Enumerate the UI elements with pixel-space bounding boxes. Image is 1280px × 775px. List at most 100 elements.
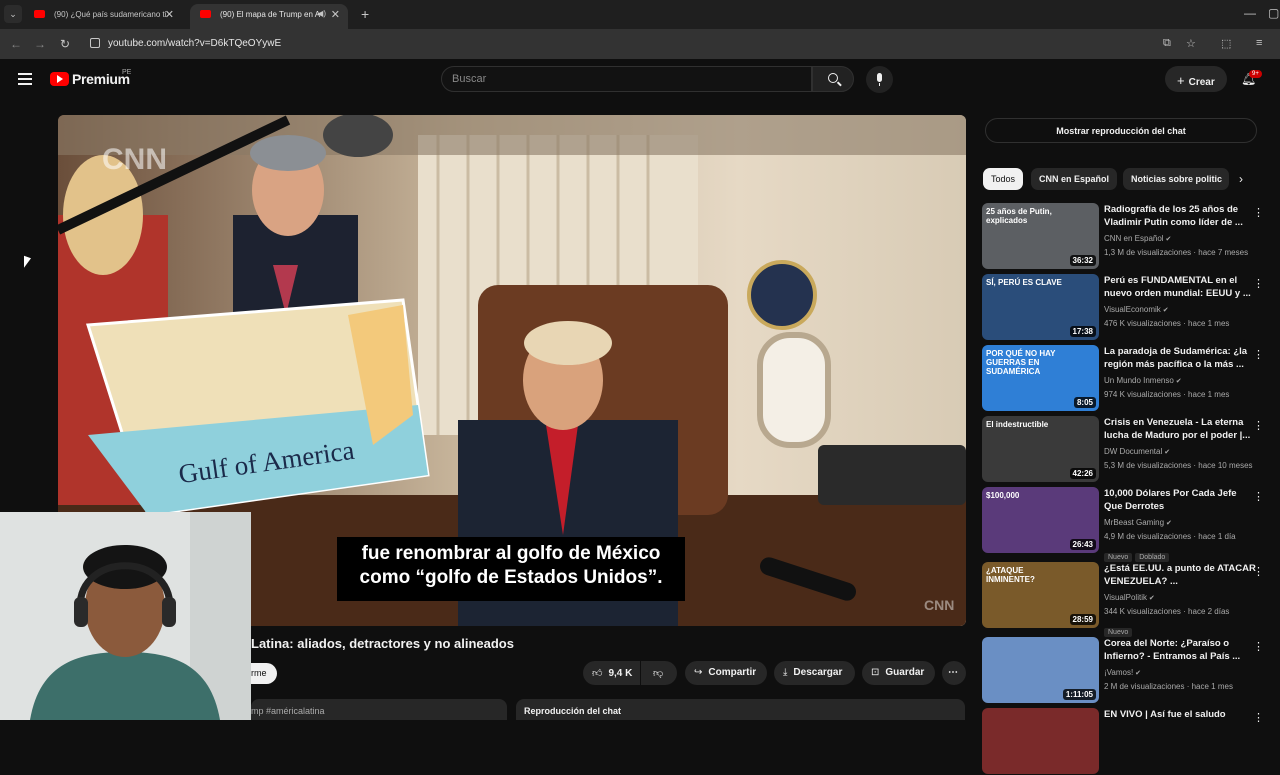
- subtitle-line-1: fue renombrar al golfo de México: [361, 543, 661, 564]
- channel-name[interactable]: DW Documental ✔: [1104, 447, 1170, 456]
- video-title: Latina: aliados, detractores y no alinea…: [251, 636, 514, 651]
- new-tab-icon[interactable]: +: [361, 6, 369, 22]
- reload-icon[interactable]: ↻: [60, 37, 70, 51]
- channel-name[interactable]: MrBeast Gaming ✔: [1104, 518, 1172, 527]
- video-thumbnail[interactable]: El indestructible 42:26: [982, 416, 1099, 482]
- recommended-video[interactable]: 1:11:05 Corea del Norte: ¿Paraíso o Infie…: [982, 637, 1277, 704]
- channel-name-text: VisualPolitik: [1104, 593, 1147, 602]
- video-thumbnail[interactable]: POR QUÉ NO HAY GUERRAS EN SUDAMÉRICA 8:05: [982, 345, 1099, 411]
- chevron-right-icon[interactable]: ›: [1239, 172, 1243, 186]
- channel-name[interactable]: VisualEconomik ✔: [1104, 305, 1169, 314]
- search-input[interactable]: Buscar: [441, 66, 812, 92]
- video-badge: Nuevo: [1104, 628, 1133, 637]
- recommended-video-title[interactable]: Crisis en Venezuela - La eterna lucha de…: [1104, 416, 1256, 442]
- share-icon: ↪: [694, 667, 703, 678]
- show-chat-replay-button[interactable]: Mostrar reproducción del chat: [985, 118, 1257, 143]
- more-options-icon[interactable]: ⋮: [1253, 419, 1264, 432]
- more-actions-button[interactable]: ⋯: [942, 661, 966, 685]
- recommended-video[interactable]: El indestructible 42:26 Crisis en Venezuel…: [982, 416, 1277, 483]
- thumbnail-text: POR QUÉ NO HAY GUERRAS EN SUDAMÉRICA: [986, 349, 1056, 376]
- save-button[interactable]: ⊡ Guardar: [862, 661, 935, 685]
- tab-search-menu-icon[interactable]: ⌄: [4, 5, 22, 23]
- recommended-video-title[interactable]: Radiografía de los 25 años de Vladimir P…: [1104, 203, 1256, 229]
- more-options-icon[interactable]: ⋮: [1253, 640, 1264, 653]
- download-button[interactable]: ⤓ Descargar: [774, 661, 855, 685]
- recommended-video-title[interactable]: ¿Está EE.UU. a punto de ATACAR VENEZUELA…: [1104, 562, 1256, 588]
- youtube-logo-icon[interactable]: [50, 72, 69, 86]
- more-options-icon[interactable]: ⋮: [1253, 206, 1264, 219]
- voice-search-button[interactable]: [866, 66, 893, 93]
- chip-all[interactable]: Todos: [983, 168, 1024, 190]
- more-options-icon[interactable]: ⋮: [1253, 348, 1264, 361]
- video-thumbnail[interactable]: ¿ATAQUE INMINENTE? 28:59: [982, 562, 1099, 628]
- more-options-icon[interactable]: ⋮: [1253, 277, 1264, 290]
- channel-name[interactable]: ¡Vamos! ✔: [1104, 668, 1141, 677]
- recommended-video[interactable]: ¿ATAQUE INMINENTE? 28:59 ¿Está EE.UU. a pu…: [982, 562, 1277, 637]
- channel-name[interactable]: Un Mundo Inmenso ✔: [1104, 376, 1182, 385]
- browser-tab-1[interactable]: (90) ¿Qué país sudamericano ti ✕: [24, 4, 182, 29]
- video-subtitles: fue renombrar al golfo de México como “g…: [337, 537, 685, 601]
- back-icon[interactable]: ←: [10, 37, 22, 51]
- channel-name-text: DW Documental: [1104, 447, 1163, 456]
- recommended-video[interactable]: 25 años de Putin, explicados 36:32 Radiogr…: [982, 203, 1277, 270]
- verified-check-icon: ✔: [1173, 378, 1182, 385]
- video-thumbnail[interactable]: [982, 708, 1099, 774]
- more-options-icon[interactable]: ⋮: [1253, 711, 1264, 724]
- download-label: Descargar: [793, 667, 843, 678]
- video-thumbnail[interactable]: 25 años de Putin, explicados 36:32: [982, 203, 1099, 269]
- chip-cnn-espanol[interactable]: CNN en Español: [1031, 168, 1118, 190]
- side-panel-icon[interactable]: ≡: [1256, 37, 1262, 49]
- hamburger-menu-icon[interactable]: [18, 73, 32, 88]
- recommended-video-title[interactable]: La paradoja de Sudamérica: ¿la región má…: [1104, 345, 1256, 371]
- youtube-favicon-icon: [200, 10, 211, 18]
- address-bar[interactable]: youtube.com/watch?v=D6kTQeOYywE: [108, 38, 281, 49]
- mouse-cursor-icon: [24, 255, 31, 271]
- search-button[interactable]: [812, 66, 854, 92]
- verified-check-icon: ✔: [1160, 307, 1169, 314]
- site-info-icon[interactable]: [90, 38, 100, 48]
- thumbs-up-icon: 👍︎: [592, 668, 603, 679]
- video-thumbnail[interactable]: $100,000 26:43: [982, 487, 1099, 553]
- cast-icon[interactable]: ⧉: [1163, 37, 1171, 50]
- close-tab-icon[interactable]: ✕: [165, 8, 174, 21]
- chat-replay-panel[interactable]: Reproducción del chat: [516, 699, 965, 720]
- video-duration: 1:11:05: [1062, 689, 1096, 700]
- video-badge: Doblado: [1135, 553, 1170, 562]
- country-code: PE: [122, 69, 132, 76]
- dislike-button[interactable]: 👎︎: [641, 661, 677, 685]
- create-label: Crear: [1188, 77, 1215, 88]
- browser-tab-strip: ⌄ (90) ¿Qué país sudamericano ti ✕ (90) …: [0, 0, 1280, 29]
- video-duration: 28:59: [1069, 614, 1096, 625]
- verified-check-icon: ✔: [1163, 236, 1172, 243]
- recommended-video-title[interactable]: EN VIVO | Así fue el saludo: [1104, 708, 1256, 721]
- audio-playing-icon[interactable]: ◀): [317, 9, 326, 18]
- more-options-icon[interactable]: ⋮: [1253, 490, 1264, 503]
- extensions-icon[interactable]: ⬚: [1221, 37, 1231, 50]
- share-button[interactable]: ↪ Compartir: [685, 661, 767, 685]
- recommended-video[interactable]: $100,000 26:43 10,000 Dólares Por Cada Jef…: [982, 487, 1277, 562]
- create-button[interactable]: + Crear: [1165, 66, 1227, 92]
- join-button[interactable]: rme: [251, 663, 277, 684]
- chip-politics[interactable]: Noticias sobre politic: [1123, 168, 1229, 190]
- video-thumbnail[interactable]: 1:11:05: [982, 637, 1099, 703]
- thumbnail-text: ¿ATAQUE INMINENTE?: [986, 566, 1035, 584]
- recommended-video-title[interactable]: Perú es FUNDAMENTAL en el nuevo orden mu…: [1104, 274, 1256, 300]
- recommended-video[interactable]: EN VIVO | Así fue el saludo ⋮: [982, 708, 1277, 775]
- forward-icon[interactable]: →: [34, 37, 46, 51]
- maximize-window-icon[interactable]: ▢: [1268, 6, 1279, 20]
- search-icon: [828, 73, 838, 83]
- like-button[interactable]: 👍︎ 9,4 K: [583, 661, 640, 685]
- video-thumbnail[interactable]: SÍ, PERÚ ES CLAVE 17:38: [982, 274, 1099, 340]
- channel-name[interactable]: CNN en Español ✔: [1104, 234, 1171, 243]
- channel-name[interactable]: VisualPolitik ✔: [1104, 593, 1155, 602]
- description-box[interactable]: mp #américalatina: [251, 699, 507, 720]
- bookmark-star-icon[interactable]: ☆: [1186, 37, 1196, 50]
- recommended-video-title[interactable]: Corea del Norte: ¿Paraíso o Infierno? - …: [1104, 637, 1256, 663]
- close-tab-icon[interactable]: ✕: [331, 8, 340, 21]
- recommended-video-title[interactable]: 10,000 Dólares Por Cada Jefe Que Derrote…: [1104, 487, 1256, 513]
- browser-tab-2[interactable]: (90) El mapa de Trump en A ◀) ✕: [190, 4, 348, 29]
- recommended-video[interactable]: SÍ, PERÚ ES CLAVE 17:38 Perú es FUNDAMENTA…: [982, 274, 1277, 341]
- more-options-icon[interactable]: ⋮: [1253, 565, 1264, 578]
- minimize-window-icon[interactable]: —: [1244, 6, 1256, 20]
- recommended-video[interactable]: POR QUÉ NO HAY GUERRAS EN SUDAMÉRICA 8:05…: [982, 345, 1277, 412]
